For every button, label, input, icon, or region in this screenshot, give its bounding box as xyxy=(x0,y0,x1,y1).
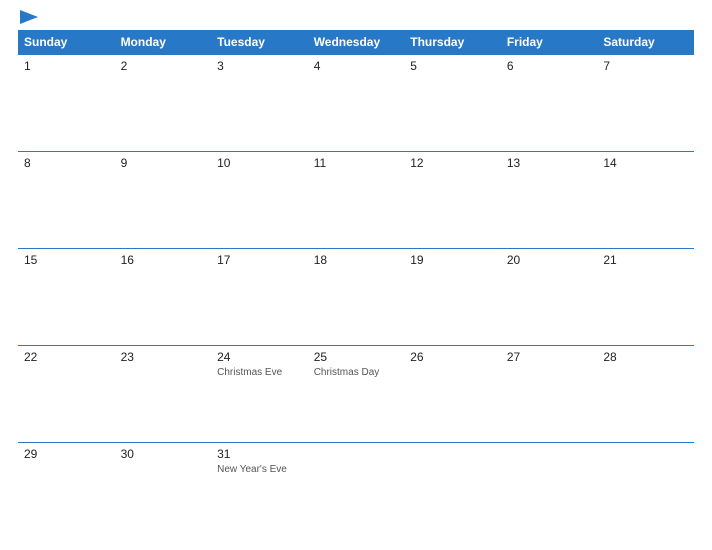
col-header-friday: Friday xyxy=(501,30,598,55)
holiday-label: Christmas Day xyxy=(314,366,399,379)
day-number: 2 xyxy=(121,59,206,73)
calendar-week-row: 15 16 17 18 19 20 21 xyxy=(18,249,694,346)
day-number: 1 xyxy=(24,59,109,73)
calendar-cell: 3 xyxy=(211,55,308,152)
calendar-cell xyxy=(501,443,598,540)
day-number: 8 xyxy=(24,156,109,170)
day-number: 22 xyxy=(24,350,109,364)
calendar-cell: 6 xyxy=(501,55,598,152)
calendar-cell: 27 xyxy=(501,346,598,443)
day-number: 6 xyxy=(507,59,592,73)
col-header-monday: Monday xyxy=(115,30,212,55)
calendar-cell: 8 xyxy=(18,152,115,249)
day-number: 10 xyxy=(217,156,302,170)
day-number: 28 xyxy=(603,350,688,364)
calendar-cell: 12 xyxy=(404,152,501,249)
col-header-thursday: Thursday xyxy=(404,30,501,55)
calendar-cell: 11 xyxy=(308,152,405,249)
calendar-cell: 22 xyxy=(18,346,115,443)
calendar-header-row: SundayMondayTuesdayWednesdayThursdayFrid… xyxy=(18,30,694,55)
calendar-week-row: 22 23 24 Christmas Eve 25 Christmas Day 26 27 28 xyxy=(18,346,694,443)
calendar-week-row: 29 30 31 New Year's Eve xyxy=(18,443,694,540)
calendar-cell: 2 xyxy=(115,55,212,152)
day-number: 5 xyxy=(410,59,495,73)
day-number: 18 xyxy=(314,253,399,267)
logo xyxy=(18,10,38,24)
day-number: 24 xyxy=(217,350,302,364)
calendar-cell: 17 xyxy=(211,249,308,346)
calendar-cell: 5 xyxy=(404,55,501,152)
calendar-table: SundayMondayTuesdayWednesdayThursdayFrid… xyxy=(18,30,694,540)
calendar-cell: 14 xyxy=(597,152,694,249)
day-number: 29 xyxy=(24,447,109,461)
calendar-cell: 24 Christmas Eve xyxy=(211,346,308,443)
day-number: 17 xyxy=(217,253,302,267)
calendar-week-row: 89 10 11 12 13 14 xyxy=(18,152,694,249)
calendar-cell: 29 xyxy=(18,443,115,540)
day-number: 14 xyxy=(603,156,688,170)
calendar-cell: 30 xyxy=(115,443,212,540)
calendar-cell: 21 xyxy=(597,249,694,346)
calendar-cell: 7 xyxy=(597,55,694,152)
col-header-wednesday: Wednesday xyxy=(308,30,405,55)
calendar-cell: 31 New Year's Eve xyxy=(211,443,308,540)
calendar-cell: 1 xyxy=(18,55,115,152)
day-number: 21 xyxy=(603,253,688,267)
day-number: 4 xyxy=(314,59,399,73)
calendar-cell: 4 xyxy=(308,55,405,152)
calendar-cell: 9 xyxy=(115,152,212,249)
col-header-sunday: Sunday xyxy=(18,30,115,55)
day-number: 19 xyxy=(410,253,495,267)
logo-flag-icon xyxy=(20,10,38,24)
calendar-cell: 19 xyxy=(404,249,501,346)
day-number: 16 xyxy=(121,253,206,267)
day-number: 23 xyxy=(121,350,206,364)
calendar-cell xyxy=(308,443,405,540)
holiday-label: Christmas Eve xyxy=(217,366,302,379)
day-number: 27 xyxy=(507,350,592,364)
calendar-cell: 15 xyxy=(18,249,115,346)
calendar-page: SundayMondayTuesdayWednesdayThursdayFrid… xyxy=(0,0,712,550)
day-number: 3 xyxy=(217,59,302,73)
day-number: 9 xyxy=(121,156,206,170)
calendar-cell: 10 xyxy=(211,152,308,249)
calendar-cell xyxy=(597,443,694,540)
calendar-cell: 18 xyxy=(308,249,405,346)
calendar-cell: 25 Christmas Day xyxy=(308,346,405,443)
day-number: 11 xyxy=(314,156,399,170)
calendar-cell: 16 xyxy=(115,249,212,346)
day-number: 31 xyxy=(217,447,302,461)
day-number: 7 xyxy=(603,59,688,73)
calendar-week-row: 1234567 xyxy=(18,55,694,152)
day-number: 25 xyxy=(314,350,399,364)
calendar-cell: 20 xyxy=(501,249,598,346)
header xyxy=(18,10,694,24)
day-number: 13 xyxy=(507,156,592,170)
calendar-cell: 26 xyxy=(404,346,501,443)
holiday-label: New Year's Eve xyxy=(217,463,302,476)
calendar-cell: 13 xyxy=(501,152,598,249)
calendar-cell: 28 xyxy=(597,346,694,443)
day-number: 12 xyxy=(410,156,495,170)
calendar-cell: 23 xyxy=(115,346,212,443)
calendar-cell xyxy=(404,443,501,540)
day-number: 15 xyxy=(24,253,109,267)
col-header-tuesday: Tuesday xyxy=(211,30,308,55)
day-number: 26 xyxy=(410,350,495,364)
day-number: 20 xyxy=(507,253,592,267)
col-header-saturday: Saturday xyxy=(597,30,694,55)
day-number: 30 xyxy=(121,447,206,461)
